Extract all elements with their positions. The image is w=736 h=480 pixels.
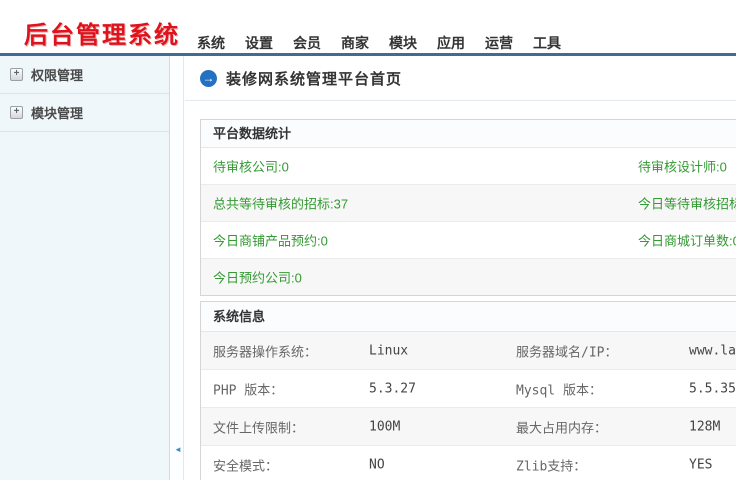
stat-today-pending-bids: 今日等待审核招标:0: [638, 194, 736, 213]
sidebar-item-permissions[interactable]: + 权限管理: [0, 56, 169, 94]
panel-title: 平台数据统计: [201, 120, 736, 148]
stats-row: 待审核公司:0 待审核设计师:0: [201, 148, 736, 185]
plus-expand-icon[interactable]: +: [10, 68, 23, 81]
nav-item-operations[interactable]: 运营: [485, 33, 513, 53]
label-server-domain: 服务器域名/IP：: [516, 341, 617, 360]
top-nav: 系统 设置 会员 商家 模块 应用 运营 工具: [197, 33, 561, 53]
system-info-panel: 系统信息 服务器操作系统： Linux 服务器域名/IP： www.laj PH…: [200, 301, 736, 480]
admin-dashboard: 后台管理系统 系统 设置 会员 商家 模块 应用 运营 工具 + 权限管理 + …: [0, 0, 736, 480]
label-server-os: 服务器操作系统：: [213, 341, 317, 360]
sidebar-item-modules[interactable]: + 模块管理: [0, 94, 169, 132]
page-title: 装修网系统管理平台首页: [226, 68, 402, 89]
stat-pending-designers: 待审核设计师:0: [638, 157, 727, 176]
stat-pending-companies: 待审核公司:0: [213, 157, 289, 176]
sysinfo-row: 文件上传限制： 100M 最大占用内存： 128M: [201, 408, 736, 446]
value-server-domain: www.laj: [689, 343, 736, 358]
sysinfo-row: PHP 版本： 5.3.27 Mysql 版本： 5.5.35.: [201, 370, 736, 408]
nav-item-system[interactable]: 系统: [197, 33, 225, 53]
platform-stats-panel: 平台数据统计 待审核公司:0 待审核设计师:0 总共等待审核的招标:37 今日等…: [200, 119, 736, 296]
sysinfo-row: 安全模式： NO Zlib支持： YES: [201, 446, 736, 480]
label-upload-limit: 文件上传限制：: [213, 417, 304, 436]
label-php-version: PHP 版本：: [213, 379, 283, 398]
top-header: 后台管理系统 系统 设置 会员 商家 模块 应用 运营 工具: [0, 0, 736, 56]
value-mysql-version: 5.5.35.: [689, 381, 736, 396]
stats-row: 今日预约公司:0: [201, 259, 736, 295]
sidebar: + 权限管理 + 模块管理: [0, 56, 170, 480]
app-logo[interactable]: 后台管理系统: [24, 15, 180, 50]
stat-total-pending-bids: 总共等待审核的招标:37: [213, 194, 348, 213]
value-zlib-support: YES: [689, 457, 712, 472]
collapse-left-icon[interactable]: ◄: [174, 446, 182, 454]
arrow-circle-icon: →: [200, 70, 217, 87]
stats-row: 今日商铺产品预约:0 今日商城订单数:0: [201, 222, 736, 259]
stat-today-booked-companies: 今日预约公司:0: [213, 268, 302, 287]
label-mysql-version: Mysql 版本：: [516, 379, 602, 398]
label-zlib-support: Zlib支持：: [516, 455, 586, 474]
nav-item-tools[interactable]: 工具: [533, 33, 561, 53]
plus-expand-icon[interactable]: +: [10, 106, 23, 119]
nav-item-apps[interactable]: 应用: [437, 33, 465, 53]
stat-today-product-bookings: 今日商铺产品预约:0: [213, 231, 328, 250]
value-max-memory: 128M: [689, 419, 720, 434]
label-max-memory: 最大占用内存：: [516, 417, 607, 436]
sidebar-item-label: 模块管理: [31, 103, 83, 122]
sysinfo-row: 服务器操作系统： Linux 服务器域名/IP： www.laj: [201, 332, 736, 370]
nav-item-settings[interactable]: 设置: [245, 33, 273, 53]
nav-item-modules[interactable]: 模块: [389, 33, 417, 53]
nav-item-merchants[interactable]: 商家: [341, 33, 369, 53]
nav-item-members[interactable]: 会员: [293, 33, 321, 53]
sidebar-item-label: 权限管理: [31, 65, 83, 84]
value-server-os: Linux: [369, 343, 408, 358]
value-safe-mode: NO: [369, 457, 385, 472]
page-title-bar: → 装修网系统管理平台首页: [185, 56, 736, 101]
stats-row: 总共等待审核的招标:37 今日等待审核招标:0: [201, 185, 736, 222]
sidebar-collapse-bar[interactable]: ◄: [171, 56, 184, 480]
panel-title: 系统信息: [201, 302, 736, 332]
main-content: → 装修网系统管理平台首页 平台数据统计 待审核公司:0 待审核设计师:0 总共…: [185, 56, 736, 480]
value-php-version: 5.3.27: [369, 381, 416, 396]
stat-today-mall-orders: 今日商城订单数:0: [638, 231, 736, 250]
label-safe-mode: 安全模式：: [213, 455, 278, 474]
value-upload-limit: 100M: [369, 419, 400, 434]
